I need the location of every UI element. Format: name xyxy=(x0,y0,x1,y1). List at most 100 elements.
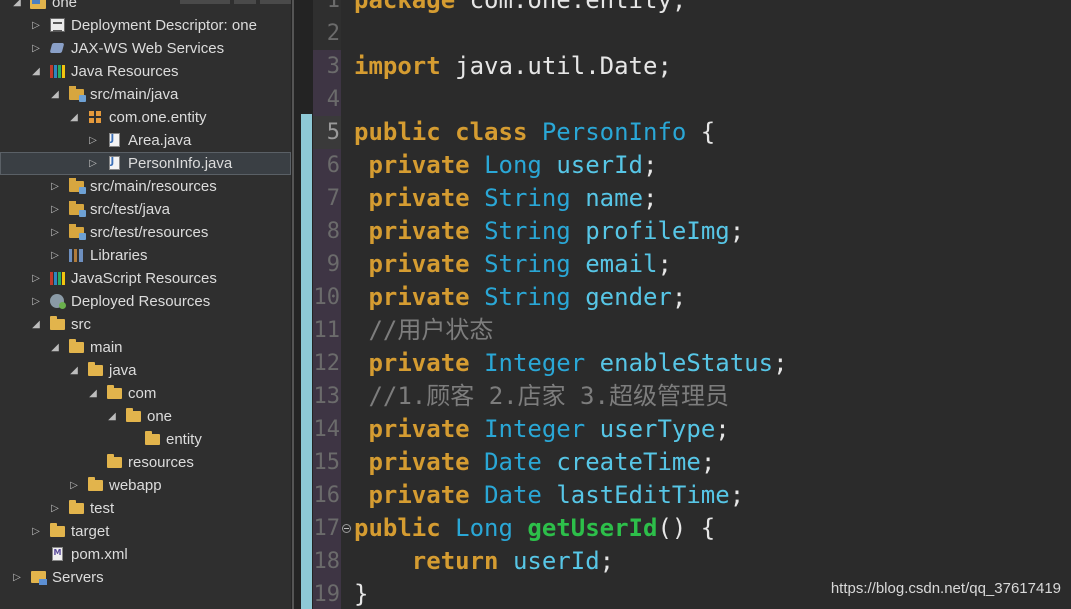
source-folder-icon xyxy=(68,223,86,240)
tree-item-label: java xyxy=(109,362,137,379)
tree-item[interactable]: entity xyxy=(0,428,291,451)
tree-item[interactable]: ▷ webapp xyxy=(0,474,291,497)
tree-item[interactable]: ◢ src/main/java xyxy=(0,83,291,106)
tree-item-label: Servers xyxy=(52,569,104,586)
tree-item[interactable]: ▷ Servers xyxy=(0,566,291,589)
tree-item[interactable]: ▷ target xyxy=(0,520,291,543)
expanded-arrow-icon[interactable]: ◢ xyxy=(30,60,42,83)
code-token: package xyxy=(354,0,456,14)
tree-item[interactable]: ▷ Libraries xyxy=(0,244,291,267)
code-token: private xyxy=(368,415,470,443)
tree-item[interactable]: ▷ src/test/resources xyxy=(0,221,291,244)
tree-item[interactable]: ◢ one xyxy=(0,0,291,14)
java-file-icon xyxy=(106,155,122,171)
code-token: lastEditTime xyxy=(556,481,730,509)
line-number: 18 xyxy=(313,545,341,578)
code-token: String xyxy=(484,184,571,212)
line-number: 16 xyxy=(313,479,341,512)
expanded-arrow-icon[interactable]: ◢ xyxy=(30,313,42,336)
tree-item[interactable]: pom.xml xyxy=(0,543,291,566)
collapsed-arrow-icon[interactable]: ▷ xyxy=(30,14,42,37)
tree-item[interactable]: ◢ Java Resources xyxy=(0,60,291,83)
tree-item-label: one xyxy=(147,408,173,425)
view-separator[interactable] xyxy=(291,0,300,609)
collapsed-arrow-icon[interactable]: ▷ xyxy=(30,290,42,313)
code-token: public xyxy=(354,118,441,146)
tree-item[interactable]: ▷ src/main/resources xyxy=(0,175,291,198)
tree-item[interactable]: ▷ Deployment Descriptor: one xyxy=(0,14,291,37)
code-token: com.one.entity; xyxy=(455,0,687,14)
collapsed-arrow-icon[interactable]: ▷ xyxy=(11,566,23,589)
collapsed-arrow-icon[interactable]: ▷ xyxy=(49,198,61,221)
code-line: package com.one.entity; xyxy=(354,0,686,17)
java-resources-icon xyxy=(49,63,65,79)
code-line: //用户状态 xyxy=(354,314,493,347)
line-number: 15 xyxy=(313,446,341,479)
collapsed-arrow-icon[interactable]: ▷ xyxy=(49,497,61,520)
code-editor[interactable]: 1 2 3 4 5 6 7 8 9 10 11 12 13 14 15 16 17 18 19 package co… xyxy=(300,0,1071,609)
tree-item[interactable]: ◢ com xyxy=(0,382,291,405)
fold-collapse-icon[interactable] xyxy=(342,524,351,533)
code-token: import xyxy=(354,52,441,80)
collapsed-arrow-icon[interactable]: ▷ xyxy=(49,221,61,244)
tree-item[interactable]: ▷ JAX-WS Web Services xyxy=(0,37,291,60)
collapsed-arrow-icon[interactable]: ▷ xyxy=(87,129,99,152)
change-marker xyxy=(301,114,312,609)
tree-item[interactable]: ▷ src/test/java xyxy=(0,198,291,221)
tree-item[interactable]: ◢ com.one.entity xyxy=(0,106,291,129)
expanded-arrow-icon[interactable]: ◢ xyxy=(11,0,23,14)
tree-item[interactable]: ◢ one xyxy=(0,405,291,428)
tree-item[interactable]: ▷ Deployed Resources xyxy=(0,290,291,313)
java-file-icon xyxy=(106,132,122,148)
code-token: ; xyxy=(729,217,745,245)
code-token: ; xyxy=(700,448,716,476)
code-token: name xyxy=(585,184,644,212)
expanded-arrow-icon[interactable]: ◢ xyxy=(68,106,80,129)
collapsed-arrow-icon[interactable]: ▷ xyxy=(30,37,42,60)
code-token: String xyxy=(484,283,571,311)
tree-item[interactable]: ◢ main xyxy=(0,336,291,359)
tree-item[interactable]: ▷ Area.java xyxy=(0,129,291,152)
project-explorer: ◢ one ▷ Deployment Descriptor: one ▷ JAX-WS W… xyxy=(0,0,291,609)
tree-item[interactable]: ◢ java xyxy=(0,359,291,382)
expanded-arrow-icon[interactable]: ◢ xyxy=(49,83,61,106)
tree-item[interactable]: resources xyxy=(0,451,291,474)
collapsed-arrow-icon[interactable]: ▷ xyxy=(30,520,42,543)
tree-item-label: src xyxy=(71,316,91,333)
expanded-arrow-icon[interactable]: ◢ xyxy=(49,336,61,359)
collapsed-arrow-icon[interactable]: ▷ xyxy=(30,267,42,290)
tree-item[interactable]: ▷ PersonInfo.java xyxy=(0,152,291,175)
tree-item[interactable]: ◢ src xyxy=(0,313,291,336)
maven-file-icon xyxy=(49,546,65,562)
tree-item-label: Java Resources xyxy=(71,63,179,80)
code-line: private Long userId; xyxy=(354,149,657,182)
collapsed-arrow-icon[interactable]: ▷ xyxy=(87,152,99,175)
line-number: 6 xyxy=(313,149,341,182)
tree-item[interactable]: ▷ test xyxy=(0,497,291,520)
code-token: PersonInfo xyxy=(541,118,687,146)
tree-item[interactable]: ▷ JavaScript Resources xyxy=(0,267,291,290)
collapsed-arrow-icon[interactable]: ▷ xyxy=(49,244,61,267)
deployed-resources-icon xyxy=(49,293,66,309)
folder-icon xyxy=(49,315,65,332)
expanded-arrow-icon[interactable]: ◢ xyxy=(68,359,80,382)
expanded-arrow-icon[interactable]: ◢ xyxy=(106,405,118,428)
collapsed-arrow-icon[interactable]: ▷ xyxy=(68,474,80,497)
expanded-arrow-icon[interactable]: ◢ xyxy=(87,382,99,405)
line-number: 7 xyxy=(313,182,341,215)
collapsed-arrow-icon[interactable]: ▷ xyxy=(49,175,61,198)
code-line: private Integer enableStatus; xyxy=(354,347,787,380)
